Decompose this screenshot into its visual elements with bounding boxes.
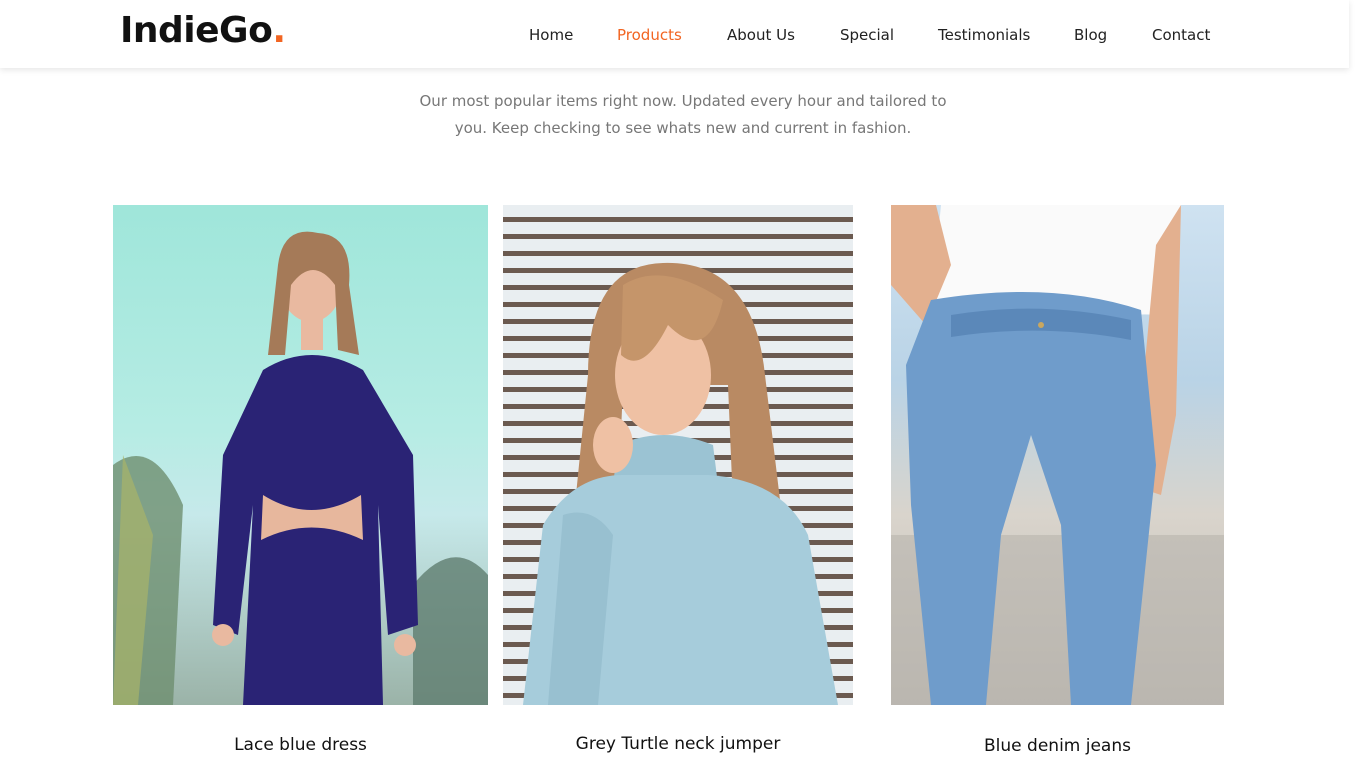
product-image-grey-turtle-neck-jumper[interactable]: [503, 205, 853, 705]
intro-line-2: you. Keep checking to see whats new and …: [454, 119, 912, 137]
site-header: IndieGo. Home Products About Us Special …: [0, 0, 1349, 68]
intro-line-1: Our most popular items right now. Update…: [419, 92, 947, 110]
nav-about-us[interactable]: About Us: [727, 24, 795, 46]
nav-blog[interactable]: Blog: [1074, 24, 1107, 46]
section-intro: Our most popular items right now. Update…: [400, 88, 966, 142]
dress-photo-illustration: [113, 231, 488, 705]
nav-products[interactable]: Products: [617, 24, 682, 46]
product-title[interactable]: Lace blue dress: [113, 735, 488, 755]
main-nav: Home Products About Us Special Testimoni…: [0, 24, 1349, 46]
nav-testimonials[interactable]: Testimonials: [938, 24, 1030, 46]
nav-home[interactable]: Home: [529, 24, 573, 46]
product-title[interactable]: Grey Turtle neck jumper: [503, 734, 853, 754]
jeans-photo-illustration: [891, 205, 1224, 705]
nav-contact[interactable]: Contact: [1152, 24, 1210, 46]
nav-special[interactable]: Special: [840, 24, 894, 46]
product-image-blue-denim-jeans[interactable]: [891, 205, 1224, 705]
product-title[interactable]: Blue denim jeans: [891, 736, 1224, 756]
jumper-photo-illustration: [523, 262, 838, 705]
product-image-lace-blue-dress[interactable]: [113, 205, 488, 705]
